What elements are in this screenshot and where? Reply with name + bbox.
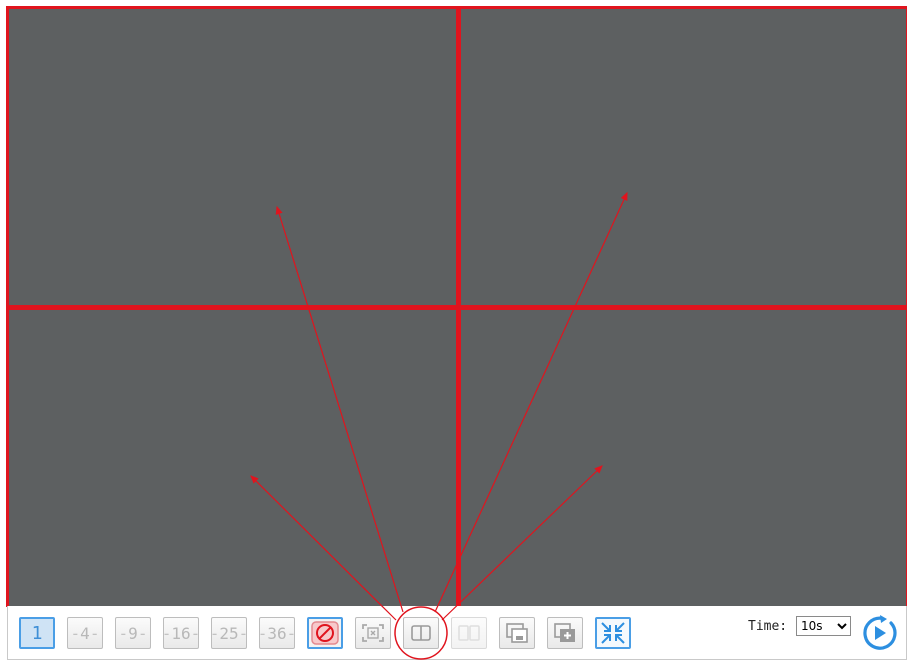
- layout-25-button[interactable]: 25: [211, 617, 247, 649]
- custom-layout-button[interactable]: [307, 617, 343, 649]
- dual-view-button[interactable]: [451, 617, 487, 649]
- split-view-icon: [411, 625, 431, 641]
- add-window-icon: [554, 623, 575, 642]
- video-pane-1[interactable]: [8, 8, 457, 306]
- split-view-button[interactable]: [403, 617, 439, 649]
- add-window-button[interactable]: [547, 617, 583, 649]
- layout-1-label: 1: [31, 622, 43, 644]
- layout-16-text: 16: [171, 623, 191, 643]
- horizontal-divider: [8, 306, 907, 309]
- layout-16-button[interactable]: 16: [163, 617, 199, 649]
- layout-16-label: 16: [162, 624, 201, 643]
- layout-9-label: 9: [119, 624, 148, 643]
- window-icon: [506, 623, 528, 643]
- fit-to-screen-icon: [362, 624, 384, 642]
- no-entry-icon: [311, 621, 339, 645]
- layout-25-label: 25: [210, 624, 249, 643]
- dual-view-icon: [458, 625, 480, 641]
- layout-4-text: 4: [80, 623, 90, 643]
- video-pane-4[interactable]: [460, 309, 907, 607]
- layout-9-text: 9: [128, 623, 138, 643]
- layout-36-button[interactable]: 36: [259, 617, 295, 649]
- collapse-arrows-icon: [601, 622, 625, 644]
- bottom-toolbar: 1 4 9 16 25 36: [7, 606, 907, 660]
- window-button[interactable]: [499, 617, 535, 649]
- video-pane-3[interactable]: [8, 309, 457, 607]
- video-viewer: [6, 6, 907, 607]
- layout-36-text: 36: [267, 623, 287, 643]
- collapse-button[interactable]: [595, 617, 631, 649]
- layout-9-button[interactable]: 9: [115, 617, 151, 649]
- time-label: Time:: [748, 619, 788, 634]
- layout-4-button[interactable]: 4: [67, 617, 103, 649]
- video-pane-2[interactable]: [460, 8, 907, 306]
- time-select[interactable]: 10s: [796, 616, 851, 636]
- layout-4-label: 4: [71, 624, 100, 643]
- layout-36-label: 36: [258, 624, 297, 643]
- play-button[interactable]: [860, 614, 898, 652]
- fit-to-screen-button[interactable]: [355, 617, 391, 649]
- layout-25-text: 25: [219, 623, 239, 643]
- layout-1-button[interactable]: 1: [19, 617, 55, 649]
- play-circle-icon: [863, 615, 897, 650]
